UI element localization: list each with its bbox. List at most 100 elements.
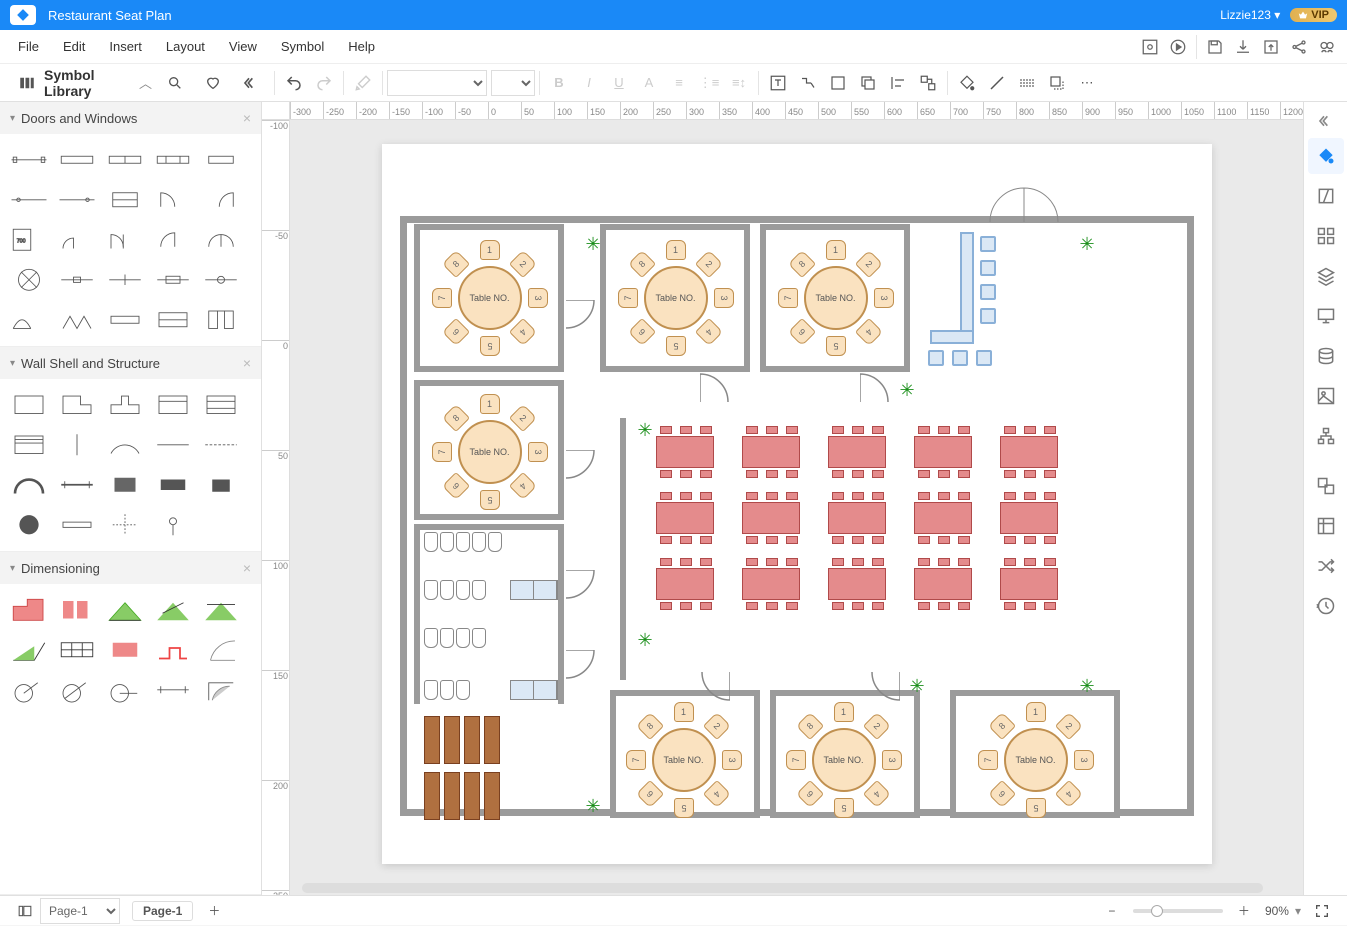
undo-button[interactable] (279, 68, 309, 98)
screenshot-icon[interactable] (1136, 33, 1164, 61)
rect-table[interactable] (650, 428, 720, 476)
add-page-button[interactable]: ＋ (199, 896, 229, 926)
library-shape[interactable] (54, 262, 100, 298)
play-icon[interactable] (1164, 33, 1192, 61)
stool[interactable] (980, 260, 996, 276)
menu-file[interactable]: File (6, 33, 51, 60)
library-shape[interactable] (102, 592, 148, 628)
text-tool-button[interactable] (763, 68, 793, 98)
library-shape[interactable] (150, 182, 196, 218)
more-button[interactable]: ⋯ (1072, 68, 1102, 98)
library-shape[interactable] (102, 302, 148, 338)
library-shape[interactable]: 700 (6, 222, 52, 258)
plant-icon[interactable]: ✳ (638, 420, 653, 441)
library-favorite-icon[interactable] (198, 68, 228, 98)
shape-tool-button[interactable] (823, 68, 853, 98)
round-table[interactable]: Table NO.12345678 (776, 238, 896, 358)
library-shape[interactable] (102, 142, 148, 178)
canvas-scroll[interactable]: Table NO.12345678 Table NO.12345678 Table … (290, 120, 1303, 895)
round-table[interactable]: Table NO.12345678 (430, 392, 550, 512)
library-shape[interactable] (198, 632, 244, 668)
panel-collapse-left-icon[interactable] (236, 68, 266, 98)
library-shape[interactable] (102, 427, 148, 463)
export-icon[interactable] (1257, 33, 1285, 61)
library-shape[interactable] (102, 632, 148, 668)
door[interactable] (566, 570, 596, 600)
page-panel-icon[interactable] (10, 896, 40, 926)
library-shape[interactable] (150, 262, 196, 298)
door[interactable] (566, 650, 596, 680)
stool[interactable] (980, 308, 996, 324)
menu-view[interactable]: View (217, 33, 269, 60)
library-shape[interactable] (54, 142, 100, 178)
section-walls[interactable]: ▾ Wall Shell and Structure × (0, 347, 261, 379)
library-shape[interactable] (6, 592, 52, 628)
library-shape[interactable] (6, 427, 52, 463)
font-size-select[interactable] (491, 70, 535, 96)
text-align-button[interactable]: ≡ (664, 68, 694, 98)
library-search-icon[interactable] (160, 68, 190, 98)
rect-table[interactable] (908, 428, 978, 476)
library-shape[interactable] (150, 387, 196, 423)
menu-help[interactable]: Help (336, 33, 387, 60)
booth-seat[interactable] (444, 716, 460, 764)
save-icon[interactable] (1201, 33, 1229, 61)
menu-symbol[interactable]: Symbol (269, 33, 336, 60)
sink[interactable] (510, 580, 558, 600)
tab-navigator[interactable] (1308, 508, 1344, 544)
menu-insert[interactable]: Insert (97, 33, 154, 60)
rect-table[interactable] (736, 560, 806, 608)
rect-table[interactable] (822, 428, 892, 476)
tab-replace[interactable] (1308, 468, 1344, 504)
round-table[interactable]: Table NO.12345678 (616, 238, 736, 358)
connector-tool-button[interactable] (793, 68, 823, 98)
menu-edit[interactable]: Edit (51, 33, 97, 60)
plant-icon[interactable]: ✳ (586, 796, 601, 817)
booth-seat[interactable] (424, 772, 440, 820)
tab-layers[interactable] (1308, 258, 1344, 294)
section-doors-windows[interactable]: ▾ Doors and Windows × (0, 102, 261, 134)
zoom-in-button[interactable]: ＋ (1229, 896, 1259, 926)
library-shape[interactable] (54, 387, 100, 423)
sink[interactable] (510, 680, 558, 700)
rect-table[interactable] (994, 560, 1064, 608)
round-table[interactable]: Table NO.12345678 (784, 700, 904, 820)
library-shape[interactable] (6, 262, 52, 298)
rect-table[interactable] (736, 428, 806, 476)
stool[interactable] (980, 236, 996, 252)
plant-icon[interactable]: ✳ (586, 234, 601, 255)
library-shape[interactable] (54, 182, 100, 218)
library-shape[interactable] (6, 467, 52, 503)
toilet-row[interactable] (424, 680, 470, 700)
tab-history[interactable] (1308, 588, 1344, 624)
library-shape[interactable] (150, 507, 196, 543)
rect-table[interactable] (822, 560, 892, 608)
tab-picture[interactable] (1308, 378, 1344, 414)
page-tab-1[interactable]: Page-1 (132, 901, 193, 921)
reception-counter[interactable] (930, 330, 974, 344)
library-shape[interactable] (54, 672, 100, 708)
round-table[interactable]: Table NO.12345678 (976, 700, 1096, 820)
door[interactable] (700, 372, 730, 402)
library-shape[interactable] (102, 222, 148, 258)
font-color-button[interactable]: A (634, 68, 664, 98)
bullet-list-button[interactable]: ⋮≡ (694, 68, 724, 98)
library-shape[interactable] (198, 302, 244, 338)
plant-icon[interactable]: ✳ (1080, 676, 1095, 697)
rect-table[interactable] (908, 560, 978, 608)
underline-button[interactable]: U (604, 68, 634, 98)
stool[interactable] (976, 350, 992, 366)
library-collapse-icon[interactable]: ︿ (139, 73, 152, 92)
tab-shuffle[interactable] (1308, 548, 1344, 584)
tab-presentation[interactable] (1308, 298, 1344, 334)
library-shape[interactable] (198, 427, 244, 463)
booth-seat[interactable] (444, 772, 460, 820)
rect-table[interactable] (994, 494, 1064, 542)
vip-badge[interactable]: VIP (1290, 8, 1337, 22)
library-shape[interactable] (54, 427, 100, 463)
library-shape[interactable] (102, 672, 148, 708)
tab-grid[interactable] (1308, 218, 1344, 254)
tab-data[interactable] (1308, 338, 1344, 374)
zoom-slider[interactable] (1133, 909, 1223, 913)
plant-icon[interactable]: ✳ (900, 380, 915, 401)
